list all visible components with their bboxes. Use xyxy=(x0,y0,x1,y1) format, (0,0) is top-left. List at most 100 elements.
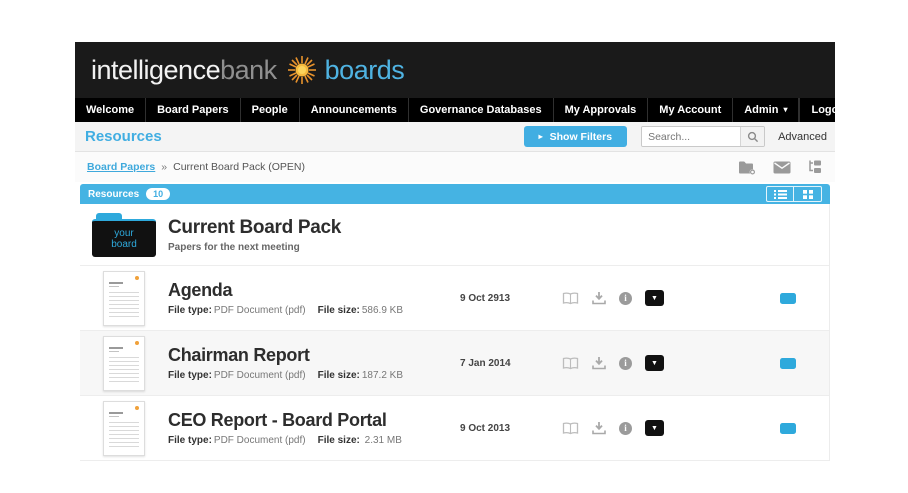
breadcrumb-parent-link[interactable]: Board Papers xyxy=(87,161,155,173)
search-input[interactable] xyxy=(642,127,741,146)
file-size-label: File size: xyxy=(317,370,360,381)
resources-list-header: Resources 10 xyxy=(80,184,830,204)
email-icon[interactable] xyxy=(773,161,791,174)
file-thumbnail-cell xyxy=(80,270,168,326)
file-meta: File type: PDF Document (pdf) File size: 18… xyxy=(168,370,452,381)
comment-cell xyxy=(747,292,829,304)
file-title[interactable]: CEO Report - Board Portal xyxy=(168,410,452,431)
info-icon[interactable]: i xyxy=(619,421,632,435)
nav-item-people[interactable]: People xyxy=(241,98,300,122)
file-size-value: 2.31 MB xyxy=(364,435,402,446)
file-title[interactable]: Agenda xyxy=(168,280,452,301)
sunburst-logo-icon xyxy=(286,54,318,86)
brand-name-secondary: bank xyxy=(220,54,277,85)
file-info: Agenda File type: PDF Document (pdf) File … xyxy=(168,280,460,316)
list-item-file[interactable]: Agenda File type: PDF Document (pdf) File … xyxy=(80,266,829,331)
nav-item-board-papers[interactable]: Board Papers xyxy=(146,98,241,122)
nav-item-governance-databases[interactable]: Governance Databases xyxy=(409,98,554,122)
nav-label: Governance Databases xyxy=(419,104,542,116)
breadcrumb: Board Papers » Current Board Pack (OPEN) xyxy=(75,152,835,182)
file-date: 9 Oct 2913 xyxy=(460,292,511,304)
file-thumbnail-cell xyxy=(80,400,168,456)
file-type-label: File type: xyxy=(168,370,212,381)
tree-view-icon[interactable] xyxy=(807,160,823,174)
pdf-page-thumbnail[interactable] xyxy=(103,270,145,326)
main-nav: Welcome Board Papers People Announcement… xyxy=(75,98,849,122)
list-header-title: Resources xyxy=(88,188,140,200)
search-box xyxy=(641,126,766,147)
resources-toolbar: Resources ▸ Show Filters Advanced xyxy=(75,122,835,152)
nav-label: Announcements xyxy=(310,104,397,116)
file-type-value: PDF Document (pdf) xyxy=(213,305,306,316)
nav-label: Welcome xyxy=(86,104,135,116)
folder-subtitle: Papers for the next meeting xyxy=(168,241,300,253)
screen: intelligence bank boards Welcome Board P… xyxy=(0,0,908,493)
show-filters-label: Show Filters xyxy=(549,130,613,143)
more-menu-button[interactable]: ▼ xyxy=(645,355,664,371)
more-menu-button[interactable]: ▼ xyxy=(645,420,664,436)
file-title[interactable]: Chairman Report xyxy=(168,345,452,366)
folder-info: Current Board Pack Papers for the next m… xyxy=(168,217,460,253)
file-meta: File type: PDF Document (pdf) File size: 2… xyxy=(168,435,452,446)
info-icon[interactable]: i xyxy=(619,291,632,305)
comment-icon[interactable] xyxy=(780,292,796,304)
list-item-file[interactable]: CEO Report - Board Portal File type: PDF … xyxy=(80,396,829,461)
view-mode-toggle xyxy=(766,186,822,202)
folder-title[interactable]: Current Board Pack xyxy=(168,217,452,239)
view-book-icon[interactable] xyxy=(562,291,579,305)
file-type-value: PDF Document (pdf) xyxy=(213,370,306,381)
view-book-icon[interactable] xyxy=(562,356,579,370)
show-filters-button[interactable]: ▸ Show Filters xyxy=(523,126,628,147)
nav-item-welcome[interactable]: Welcome xyxy=(75,98,147,122)
file-type-label: File type: xyxy=(168,435,212,446)
file-info: CEO Report - Board Portal File type: PDF … xyxy=(168,410,460,446)
chevron-down-icon: ▾ xyxy=(783,105,788,114)
nav-item-my-account[interactable]: My Account xyxy=(648,98,734,122)
download-icon[interactable] xyxy=(592,291,606,305)
brand-product: boards xyxy=(324,54,405,85)
nav-label: Board Papers xyxy=(157,104,229,116)
list-item-file[interactable]: Chairman Report File type: PDF Document (… xyxy=(80,331,829,396)
page-title: Resources xyxy=(85,128,162,145)
nav-item-my-approvals[interactable]: My Approvals xyxy=(554,98,649,122)
file-thumbnail-cell xyxy=(80,335,168,391)
triangle-right-icon: ▸ xyxy=(538,132,543,141)
grid-view-icon[interactable] xyxy=(794,187,821,201)
pdf-page-thumbnail[interactable] xyxy=(103,400,145,456)
brand-name-primary: intelligence xyxy=(91,54,221,85)
nav-label: Admin xyxy=(744,104,779,116)
nav-label: My Account xyxy=(659,104,722,116)
more-menu-button[interactable]: ▼ xyxy=(645,290,664,306)
nav-label: People xyxy=(251,104,288,116)
file-meta: File type: PDF Document (pdf) File size: 58… xyxy=(168,305,452,316)
comment-icon[interactable] xyxy=(780,422,796,434)
comment-icon[interactable] xyxy=(780,357,796,369)
info-icon[interactable]: i xyxy=(619,356,632,370)
file-date: 9 Oct 2013 xyxy=(460,422,511,434)
list-view-icon[interactable] xyxy=(767,187,794,201)
download-icon[interactable] xyxy=(592,421,606,435)
comment-cell xyxy=(747,422,829,434)
comment-cell xyxy=(747,357,829,369)
nav-label: My Approvals xyxy=(564,104,637,116)
file-actions: i ▼ xyxy=(562,420,714,436)
brand-header: intelligence bank boards xyxy=(75,42,835,98)
file-actions: i ▼ xyxy=(562,290,714,306)
list-item-folder[interactable]: your board Current Board Pack Papers for… xyxy=(80,204,829,266)
board-folder-icon[interactable]: your board xyxy=(92,212,156,257)
file-size-label: File size: xyxy=(317,435,360,446)
download-icon[interactable] xyxy=(592,356,606,370)
view-book-icon[interactable] xyxy=(562,421,579,435)
file-actions: i ▼ xyxy=(562,355,714,371)
folder-settings-icon[interactable] xyxy=(738,160,757,175)
advanced-search-link[interactable]: Advanced xyxy=(778,131,827,143)
nav-item-logout[interactable]: Logout xyxy=(799,98,859,122)
nav-item-admin[interactable]: Admin ▾ xyxy=(733,98,800,122)
file-info: Chairman Report File type: PDF Document (… xyxy=(168,345,460,381)
file-date: 7 Jan 2014 xyxy=(460,357,511,369)
search-button[interactable] xyxy=(740,127,765,146)
file-size-value: 187.2 KB xyxy=(361,370,404,381)
pdf-page-thumbnail[interactable] xyxy=(103,335,145,391)
breadcrumb-separator: » xyxy=(161,161,168,173)
nav-item-announcements[interactable]: Announcements xyxy=(300,98,409,122)
